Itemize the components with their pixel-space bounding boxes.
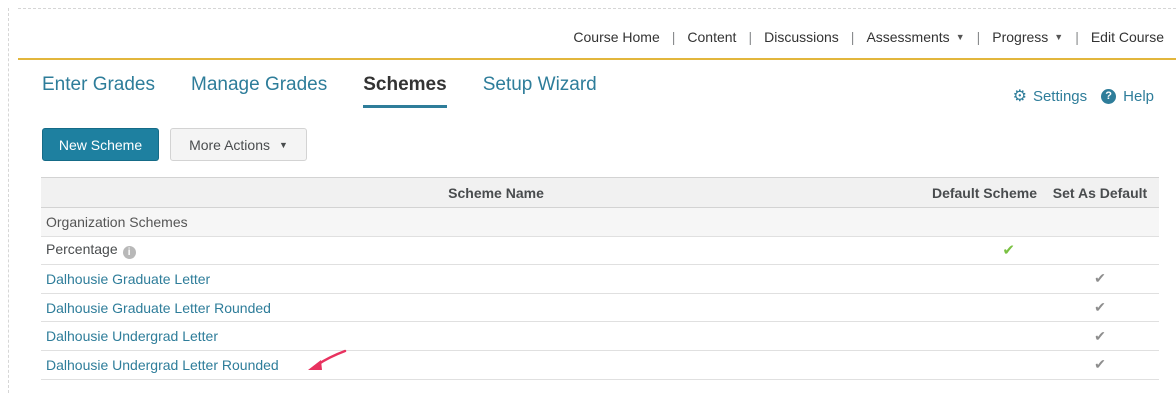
navbar-accent-line	[18, 58, 1176, 60]
scheme-name-link[interactable]: Dalhousie Graduate Letter	[41, 264, 911, 294]
scheme-name: Percentage	[46, 241, 118, 258]
column-header-default-scheme: Default Scheme	[911, 177, 1041, 208]
nav-course-home-label: Course Home	[573, 29, 660, 45]
settings-link[interactable]: ⚙ Settings	[1013, 86, 1088, 106]
default-scheme-cell	[911, 264, 1041, 294]
help-link[interactable]: ? Help	[1101, 88, 1154, 105]
frame-left-border	[8, 8, 9, 393]
tab-setup-wizard[interactable]: Setup Wizard	[483, 74, 597, 108]
set-default-check-icon[interactable]: ✔	[1094, 270, 1106, 286]
info-icon[interactable]: i	[122, 246, 136, 260]
new-scheme-button[interactable]: New Scheme	[42, 128, 159, 161]
nav-discussions-label: Discussions	[764, 29, 839, 45]
set-default-cell: ✔	[1041, 321, 1159, 351]
tab-schemes[interactable]: Schemes	[363, 74, 448, 108]
tab-enter-grades[interactable]: Enter Grades	[42, 74, 155, 108]
column-header-scheme-name: Scheme Name	[41, 177, 911, 208]
nav-edit-course[interactable]: Edit Course	[1079, 29, 1176, 45]
nav-assessments-label: Assessments	[866, 29, 950, 45]
header-links: ⚙ Settings ? Help	[999, 86, 1154, 106]
group-label: Organization Schemes	[41, 207, 1159, 237]
nav-course-home[interactable]: Course Home	[561, 29, 671, 45]
caret-down-icon: ▼	[279, 139, 288, 150]
default-scheme-cell	[911, 350, 1041, 380]
default-scheme-cell	[911, 321, 1041, 351]
schemes-table: Scheme Name Default Scheme Set As Defaul…	[41, 177, 1159, 380]
nav-discussions[interactable]: Discussions	[752, 29, 851, 45]
course-navbar: Course Home | Content | Discussions | As…	[561, 26, 1176, 48]
set-default-cell	[1041, 236, 1159, 266]
default-scheme-cell	[911, 293, 1041, 323]
grades-tabs: Enter Grades Manage Grades Schemes Setup…	[42, 74, 633, 108]
default-scheme-cell: ✔	[911, 236, 1041, 266]
table-row: Dalhousie Undergrad Letter Rounded ✔	[41, 350, 1159, 380]
scheme-name-link[interactable]: Dalhousie Undergrad Letter	[41, 321, 911, 351]
annotation-arrow-icon	[308, 349, 347, 370]
scheme-name-cell: Percentage i	[41, 236, 911, 266]
set-default-cell: ✔	[1041, 293, 1159, 323]
caret-down-icon: ▼	[955, 32, 965, 42]
table-row: Dalhousie Graduate Letter ✔	[41, 264, 1159, 294]
nav-assessments[interactable]: Assessments ▼	[854, 29, 976, 45]
nav-content-label: Content	[687, 29, 737, 45]
scheme-name-link[interactable]: Dalhousie Graduate Letter Rounded	[41, 293, 911, 323]
help-icon: ?	[1101, 88, 1117, 104]
table-row: Dalhousie Graduate Letter Rounded ✔	[41, 293, 1159, 323]
caret-down-icon: ▼	[1054, 32, 1064, 42]
gear-icon: ⚙	[1012, 88, 1027, 105]
nav-progress[interactable]: Progress ▼	[980, 29, 1075, 45]
nav-edit-course-label: Edit Course	[1090, 29, 1164, 45]
settings-label: Settings	[1032, 87, 1088, 105]
more-actions-button[interactable]: More Actions ▼	[170, 128, 307, 161]
table-header-row: Scheme Name Default Scheme Set As Defaul…	[41, 177, 1159, 208]
more-actions-label: More Actions	[189, 136, 270, 153]
frame-top-border	[18, 8, 1176, 9]
set-default-cell: ✔	[1041, 264, 1159, 294]
table-row: Dalhousie Undergrad Letter ✔	[41, 321, 1159, 351]
default-check-icon: ✔	[1002, 242, 1015, 260]
new-scheme-label: New Scheme	[58, 136, 143, 153]
set-default-check-icon[interactable]: ✔	[1094, 328, 1106, 344]
set-default-check-icon[interactable]: ✔	[1094, 299, 1106, 315]
scheme-name-link[interactable]: Dalhousie Undergrad Letter Rounded	[41, 350, 911, 380]
nav-progress-label: Progress	[992, 29, 1049, 45]
column-header-set-as-default: Set As Default	[1041, 177, 1159, 208]
set-default-cell: ✔	[1041, 350, 1159, 380]
table-row: Percentage i ✔	[41, 236, 1159, 266]
set-default-check-icon[interactable]: ✔	[1094, 356, 1106, 372]
tab-manage-grades[interactable]: Manage Grades	[191, 74, 327, 108]
nav-content[interactable]: Content	[675, 29, 748, 45]
group-row: Organization Schemes	[41, 207, 1159, 237]
help-label: Help	[1123, 87, 1154, 105]
